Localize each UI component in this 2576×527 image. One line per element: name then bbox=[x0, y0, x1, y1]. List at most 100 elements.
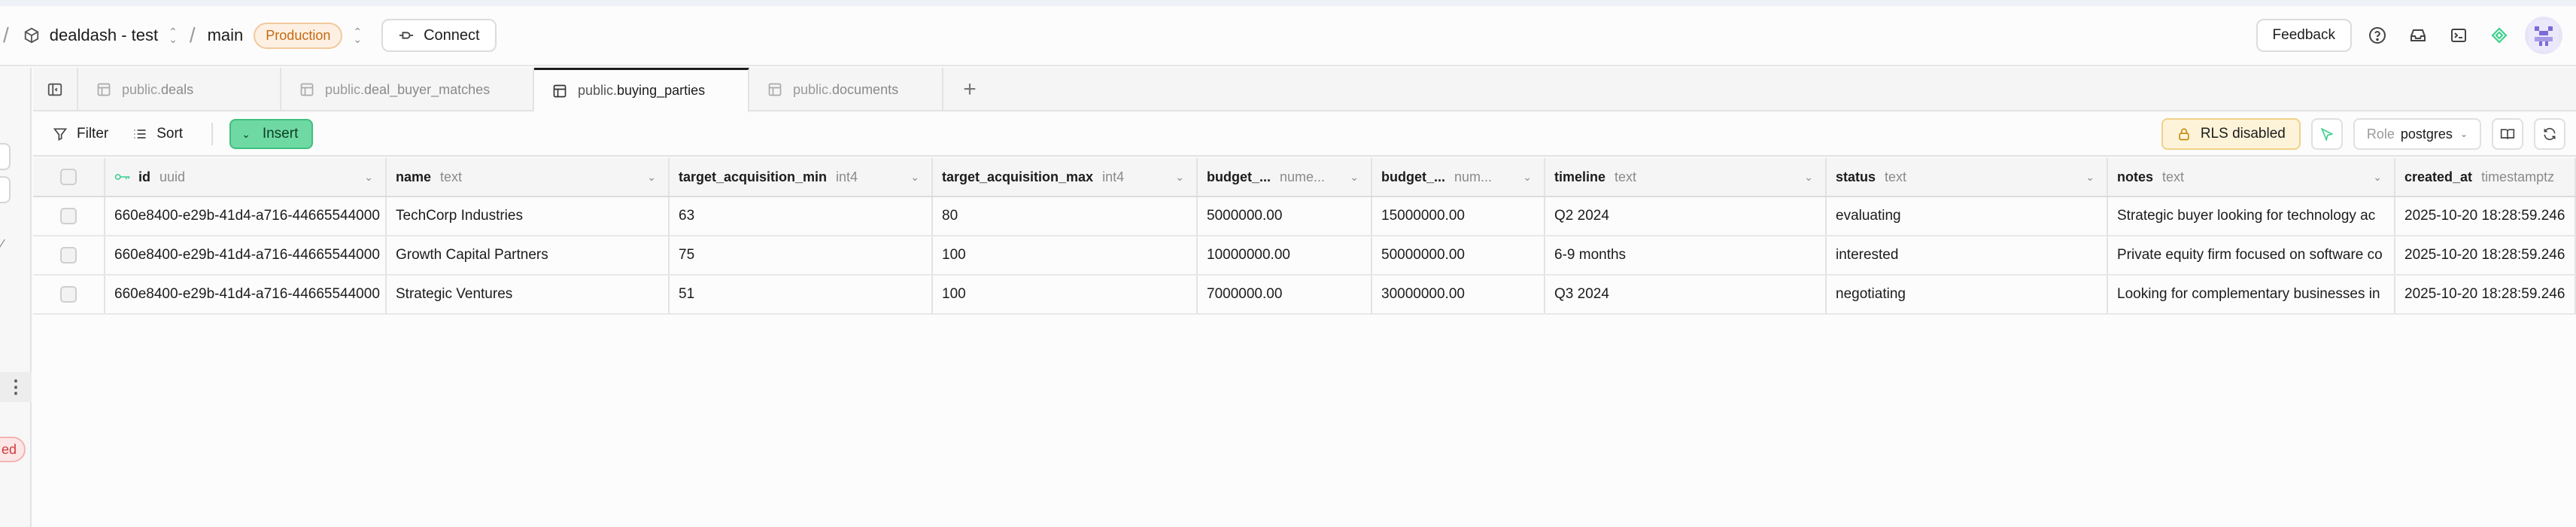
help-icon[interactable] bbox=[2362, 20, 2392, 50]
rail-item[interactable] bbox=[0, 143, 11, 170]
cell-timeline[interactable]: 6-9 months bbox=[1545, 236, 1827, 274]
table-icon bbox=[299, 82, 314, 97]
cell-created-at[interactable]: 2025-10-20 18:28:59.246 bbox=[2395, 276, 2576, 313]
cell-created-at[interactable]: 2025-10-20 18:28:59.246 bbox=[2395, 236, 2576, 274]
role-selector[interactable]: Role postgres ⌄ bbox=[2353, 118, 2481, 150]
column-header-budget-max[interactable]: budget_... num... ⌄ bbox=[1372, 158, 1545, 196]
row-checkbox[interactable] bbox=[33, 276, 105, 313]
inbox-icon[interactable] bbox=[2403, 20, 2433, 50]
cell-id[interactable]: 660e8400-e29b-41d4-a716-44665544000 bbox=[105, 276, 387, 313]
cell-budget-max[interactable]: 50000000.00 bbox=[1372, 236, 1545, 274]
column-header-target-acquisition-max[interactable]: target_acquisition_max int4 ⌄ bbox=[933, 158, 1198, 196]
tab-deals[interactable]: public. deals bbox=[78, 68, 281, 111]
cell-name[interactable]: Strategic Ventures bbox=[387, 276, 670, 313]
table-icon bbox=[767, 82, 782, 97]
cell-status[interactable]: evaluating bbox=[1827, 197, 2108, 235]
table-tabs: public. deals public. deal_buyer_matches p… bbox=[33, 68, 2576, 113]
table-row[interactable]: 660e8400-e29b-41d4-a716-44665544000 Stra… bbox=[33, 276, 2576, 315]
column-header-id[interactable]: id uuid ⌄ bbox=[105, 158, 387, 196]
project-name[interactable]: dealdash - test bbox=[50, 26, 158, 45]
tab-deal-buyer-matches[interactable]: public. deal_buyer_matches bbox=[281, 68, 534, 111]
sidebar-toggle-icon[interactable] bbox=[33, 68, 78, 111]
top-bar: / dealdash - test ⌃ ⌄ / main Production ⌃… bbox=[0, 6, 2576, 66]
project-switcher-icon[interactable]: ⌃ ⌄ bbox=[169, 26, 178, 44]
connect-label: Connect bbox=[424, 26, 480, 44]
sort-button[interactable]: Sort bbox=[132, 126, 183, 142]
cell-notes[interactable]: Private equity firm focused on software … bbox=[2108, 236, 2395, 274]
column-header-name[interactable]: name text ⌄ bbox=[387, 158, 670, 196]
table-row[interactable]: 660e8400-e29b-41d4-a716-44665544000 Tech… bbox=[33, 197, 2576, 236]
chevron-down-icon[interactable]: ⌄ bbox=[1350, 171, 1359, 184]
cell-target-acquisition-max[interactable]: 80 bbox=[933, 197, 1198, 235]
row-checkbox[interactable] bbox=[33, 236, 105, 274]
tab-documents[interactable]: public. documents bbox=[749, 68, 943, 111]
cell-target-acquisition-min[interactable]: 63 bbox=[670, 197, 933, 235]
cell-target-acquisition-max[interactable]: 100 bbox=[933, 236, 1198, 274]
chevron-down-icon[interactable]: ⌄ bbox=[1523, 171, 1532, 184]
cell-notes[interactable]: Looking for complementary businesses in bbox=[2108, 276, 2395, 313]
chevron-down-icon[interactable]: ⌄ bbox=[647, 171, 656, 184]
table-icon bbox=[552, 84, 567, 99]
filter-icon bbox=[53, 126, 68, 142]
filter-button[interactable]: Filter bbox=[53, 126, 108, 142]
chevron-down-icon: ⌄ bbox=[2459, 129, 2468, 139]
cell-target-acquisition-min[interactable]: 51 bbox=[670, 276, 933, 313]
cell-timeline[interactable]: Q2 2024 bbox=[1545, 197, 1827, 235]
breadcrumb-separator: / bbox=[3, 23, 9, 47]
cell-id[interactable]: 660e8400-e29b-41d4-a716-44665544000 bbox=[105, 236, 387, 274]
cell-notes[interactable]: Strategic buyer looking for technology a… bbox=[2108, 197, 2395, 235]
cell-id[interactable]: 660e8400-e29b-41d4-a716-44665544000 bbox=[105, 197, 387, 235]
user-avatar[interactable] bbox=[2525, 17, 2562, 54]
cell-status[interactable]: negotiating bbox=[1827, 276, 2108, 313]
chevron-down-icon[interactable]: ⌄ bbox=[2085, 171, 2095, 184]
cell-budget-min[interactable]: 10000000.00 bbox=[1198, 236, 1372, 274]
project-box-icon bbox=[21, 25, 42, 46]
cell-created-at[interactable]: 2025-10-20 18:28:59.246 bbox=[2395, 197, 2576, 235]
rail-item[interactable] bbox=[0, 176, 11, 203]
breadcrumb-separator: / bbox=[189, 23, 196, 47]
rail-item-icon[interactable]: ⁄ bbox=[2, 238, 4, 251]
row-checkbox[interactable] bbox=[33, 197, 105, 235]
insert-button[interactable]: ⌄ Insert bbox=[229, 119, 314, 149]
realtime-cursor-icon[interactable] bbox=[2310, 118, 2343, 150]
grid-toolbar: Filter Sort ⌄ Insert RLS disabled Role p… bbox=[33, 113, 2576, 157]
chevron-down-icon[interactable]: ⌄ bbox=[1804, 171, 1813, 184]
grid-header-row: id uuid ⌄ name text ⌄ target_acquisition_min… bbox=[33, 158, 2576, 197]
chevron-down-icon[interactable]: ⌄ bbox=[2373, 171, 2382, 184]
environment-badge: Production bbox=[254, 22, 343, 49]
cell-budget-max[interactable]: 15000000.00 bbox=[1372, 197, 1545, 235]
cell-target-acquisition-min[interactable]: 75 bbox=[670, 236, 933, 274]
cell-name[interactable]: Growth Capital Partners bbox=[387, 236, 670, 274]
chevron-down-icon[interactable]: ⌄ bbox=[910, 171, 919, 184]
branch-switcher-icon[interactable]: ⌃ ⌄ bbox=[353, 26, 362, 44]
rls-status-button[interactable]: RLS disabled bbox=[2161, 118, 2301, 150]
column-header-budget-min[interactable]: budget_... nume... ⌄ bbox=[1198, 158, 1372, 196]
chevron-down-icon[interactable]: ⌄ bbox=[364, 171, 373, 184]
feedback-button[interactable]: Feedback bbox=[2256, 19, 2352, 52]
left-rail: ⁄ ⋮ ed bbox=[0, 68, 32, 527]
assistant-icon[interactable] bbox=[2484, 20, 2514, 50]
column-header-status[interactable]: status text ⌄ bbox=[1827, 158, 2108, 196]
tab-buying-parties[interactable]: public. buying_parties bbox=[534, 68, 749, 113]
table-row[interactable]: 660e8400-e29b-41d4-a716-44665544000 Grow… bbox=[33, 236, 2576, 276]
refresh-icon[interactable] bbox=[2534, 118, 2565, 150]
add-tab-icon[interactable]: + bbox=[943, 68, 996, 111]
cell-timeline[interactable]: Q3 2024 bbox=[1545, 276, 1827, 313]
column-header-notes[interactable]: notes text ⌄ bbox=[2108, 158, 2395, 196]
cell-status[interactable]: interested bbox=[1827, 236, 2108, 274]
cell-budget-min[interactable]: 7000000.00 bbox=[1198, 276, 1372, 313]
branch-name[interactable]: main bbox=[208, 26, 244, 45]
column-header-created-at[interactable]: created_at timestamptz bbox=[2395, 158, 2576, 196]
select-all-checkbox[interactable] bbox=[33, 158, 105, 196]
cell-name[interactable]: TechCorp Industries bbox=[387, 197, 670, 235]
chevron-down-icon[interactable]: ⌄ bbox=[1175, 171, 1184, 184]
cell-budget-min[interactable]: 5000000.00 bbox=[1198, 197, 1372, 235]
terminal-icon[interactable] bbox=[2444, 20, 2474, 50]
cell-budget-max[interactable]: 30000000.00 bbox=[1372, 276, 1545, 313]
column-header-timeline[interactable]: timeline text ⌄ bbox=[1545, 158, 1827, 196]
column-header-target-acquisition-min[interactable]: target_acquisition_min int4 ⌄ bbox=[670, 158, 933, 196]
definition-book-icon[interactable] bbox=[2492, 118, 2523, 150]
more-options-icon[interactable]: ⋮ bbox=[0, 372, 32, 402]
cell-target-acquisition-max[interactable]: 100 bbox=[933, 276, 1198, 313]
connect-button[interactable]: Connect bbox=[381, 19, 497, 52]
